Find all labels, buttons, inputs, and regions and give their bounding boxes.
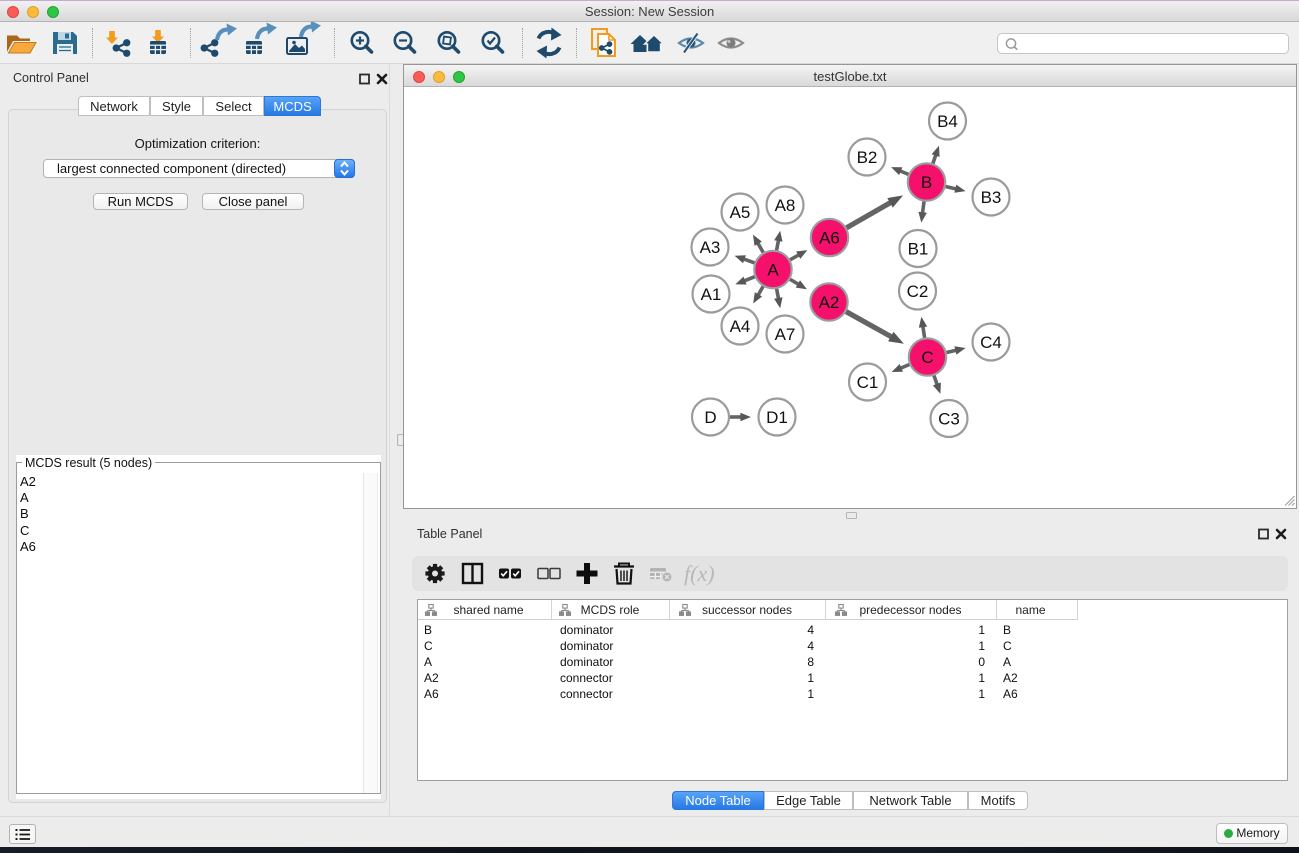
svg-text:C3: C3 <box>938 410 960 429</box>
svg-text:f(x): f(x) <box>684 561 715 586</box>
svg-text:A3: A3 <box>700 238 721 257</box>
svg-text:C2: C2 <box>907 282 929 301</box>
svg-text:C1: C1 <box>857 373 879 392</box>
svg-text:B3: B3 <box>981 188 1002 207</box>
svg-text:C: C <box>921 348 933 367</box>
svg-text:A4: A4 <box>730 317 751 336</box>
svg-text:B4: B4 <box>937 112 958 131</box>
svg-text:C4: C4 <box>980 333 1002 352</box>
svg-text:A2: A2 <box>819 293 840 312</box>
svg-text:A7: A7 <box>775 325 796 344</box>
svg-text:A6: A6 <box>819 229 840 248</box>
svg-text:D1: D1 <box>766 408 788 427</box>
svg-text:B: B <box>921 173 932 192</box>
svg-text:A1: A1 <box>701 285 722 304</box>
svg-text:D: D <box>704 408 716 427</box>
svg-text:B2: B2 <box>857 148 878 167</box>
svg-text:A5: A5 <box>730 203 751 222</box>
svg-text:A: A <box>767 261 779 280</box>
svg-text:A8: A8 <box>775 196 796 215</box>
svg-text:B1: B1 <box>908 240 929 259</box>
